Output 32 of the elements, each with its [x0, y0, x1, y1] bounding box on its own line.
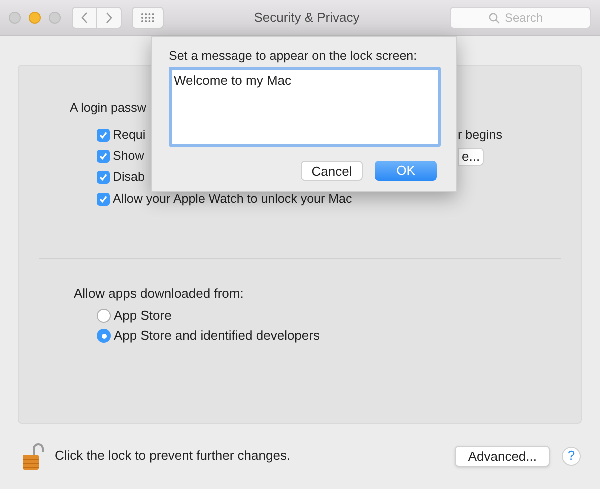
grid-button[interactable]: [132, 6, 164, 28]
advanced-button[interactable]: Advanced...: [455, 446, 550, 466]
checkbox-label: r begins: [458, 127, 502, 144]
checkbox-label: Requi: [113, 127, 146, 144]
search-icon: [489, 12, 500, 24]
options-button[interactable]: e...: [458, 148, 484, 166]
search-field[interactable]: Search: [450, 6, 591, 28]
radio-label: App Store and identified developers: [114, 327, 320, 346]
radio-label: App Store: [114, 307, 172, 326]
dialog-button[interactable]: Cancel: [301, 160, 363, 180]
window-title: Security & Privacy: [254, 8, 360, 27]
back-button[interactable]: [72, 6, 97, 28]
radio-button[interactable]: [97, 309, 111, 323]
checkbox-label: Allow your Apple Watch to unlock your Mac: [113, 191, 352, 208]
minimize-icon[interactable]: [29, 12, 41, 24]
checkbox[interactable]: [97, 150, 110, 163]
checkbox-label: Show: [113, 148, 144, 166]
chevron-right-icon: [105, 12, 113, 24]
forward-button[interactable]: [97, 6, 122, 28]
checkbox-label: Disab: [113, 169, 145, 186]
checkbox[interactable]: [97, 193, 110, 206]
lock-hint: Click the lock to prevent further changes.: [55, 447, 291, 466]
chevron-left-icon: [80, 12, 88, 24]
open-padlock-icon[interactable]: [22, 442, 44, 470]
checkbox[interactable]: [97, 129, 110, 142]
dialog-prompt: Set a message to appear on the lock screen:: [169, 49, 418, 64]
section-heading: Allow apps downloaded from:: [74, 286, 245, 302]
message-field[interactable]: Welcome to my Mac: [169, 67, 441, 147]
checkbox[interactable]: [97, 171, 110, 184]
section-heading: A login passw: [70, 100, 148, 116]
radio-button[interactable]: [97, 329, 111, 343]
grid-icon: [141, 12, 155, 22]
